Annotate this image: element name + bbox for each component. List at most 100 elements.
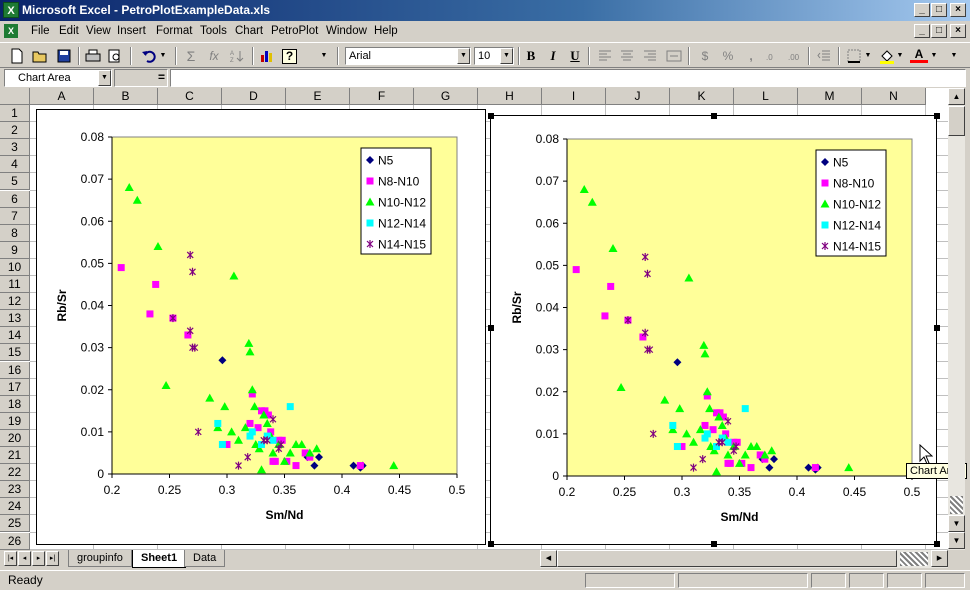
first-sheet-button[interactable]: |◂ <box>4 551 17 566</box>
resize-handle[interactable] <box>711 113 717 119</box>
menu-tools[interactable]: Tools <box>200 25 227 37</box>
row-header-25[interactable]: 25 <box>0 515 30 533</box>
underline-button[interactable]: U <box>566 47 584 65</box>
percent-button[interactable]: % <box>719 47 737 65</box>
sort-ascending-icon[interactable]: AZ <box>228 47 246 65</box>
column-header-m[interactable]: M <box>798 88 862 105</box>
worksheet-grid[interactable]: ABCDEFGHIJKLMN 1 2 3 4 5 6 7 8 9 10 11 12 13 14 15 16 17… <box>0 88 948 550</box>
toolbar-options-icon[interactable]: ▼ <box>948 47 960 65</box>
doc-minimize-button[interactable]: _ <box>914 24 930 38</box>
column-header-e[interactable]: E <box>286 88 350 105</box>
minimize-button[interactable]: _ <box>914 3 930 17</box>
menu-format[interactable]: Format <box>156 25 192 37</box>
menu-edit[interactable]: Edit <box>59 25 79 37</box>
menu-file[interactable]: File <box>31 25 50 37</box>
row-header-4[interactable]: 4 <box>0 156 30 174</box>
column-header-k[interactable]: K <box>670 88 734 105</box>
row-header-18[interactable]: 18 <box>0 395 30 413</box>
row-header-23[interactable]: 23 <box>0 481 30 499</box>
row-header-2[interactable]: 2 <box>0 122 30 140</box>
resize-handle[interactable] <box>711 541 717 547</box>
row-header-12[interactable]: 12 <box>0 293 30 311</box>
column-header-c[interactable]: C <box>158 88 222 105</box>
currency-button[interactable]: $ <box>696 47 714 65</box>
font-size-select[interactable]: 10 ▼ <box>474 47 514 65</box>
row-header-19[interactable]: 19 <box>0 412 30 430</box>
column-header-l[interactable]: L <box>734 88 798 105</box>
column-header-h[interactable]: H <box>478 88 542 105</box>
row-header-20[interactable]: 20 <box>0 429 30 447</box>
row-header-10[interactable]: 10 <box>0 258 30 276</box>
sheet-tab-sheet1[interactable]: Sheet1 <box>132 550 187 568</box>
scroll-right-icon[interactable]: ▶ <box>931 550 948 567</box>
row-header-11[interactable]: 11 <box>0 276 30 294</box>
vertical-scrollbar[interactable]: ▲ ▼ ▼ <box>948 88 965 550</box>
print-preview-icon[interactable] <box>106 47 124 65</box>
split-box[interactable] <box>950 496 963 514</box>
row-header-26[interactable]: 26 <box>0 532 30 550</box>
bold-button[interactable]: B <box>522 47 540 65</box>
column-header-j[interactable]: J <box>606 88 670 105</box>
excel-app-icon[interactable]: X <box>3 2 19 18</box>
chevron-down-icon[interactable]: ▼ <box>500 48 513 64</box>
align-right-icon[interactable] <box>641 47 659 65</box>
chart-right-selected[interactable]: 0 0.01 0.02 0.03 0.04 0.05 0.06 0.07 0.08 0.2 0.25… <box>490 115 937 545</box>
horizontal-scroll-thumb[interactable] <box>557 550 897 567</box>
chart-wizard-icon[interactable] <box>258 47 276 65</box>
align-center-icon[interactable] <box>618 47 636 65</box>
resize-handle[interactable] <box>488 541 494 547</box>
resize-handle[interactable] <box>488 325 494 331</box>
scroll-left-icon[interactable]: ◀ <box>540 550 557 567</box>
column-header-f[interactable]: F <box>350 88 414 105</box>
align-left-icon[interactable] <box>596 47 614 65</box>
horizontal-scrollbar[interactable]: ◀ ▶ <box>540 550 948 568</box>
row-header-1[interactable]: 1 <box>0 105 30 123</box>
formula-input[interactable] <box>170 69 966 87</box>
row-header-16[interactable]: 16 <box>0 361 30 379</box>
toolbar-options-icon[interactable]: ▼ <box>318 47 330 65</box>
row-header-14[interactable]: 14 <box>0 327 30 345</box>
fill-color-icon[interactable] <box>878 47 896 65</box>
split-box[interactable] <box>900 552 928 566</box>
undo-icon[interactable] <box>140 47 158 65</box>
row-header-13[interactable]: 13 <box>0 310 30 328</box>
insert-function-icon[interactable]: fx <box>205 47 223 65</box>
open-folder-icon[interactable] <box>31 47 49 65</box>
select-all-corner[interactable] <box>0 88 30 105</box>
sheet-tab-data[interactable]: Data <box>184 550 226 567</box>
menu-insert[interactable]: Insert <box>117 25 146 37</box>
undo-dropdown-icon[interactable]: ▼ <box>158 47 168 65</box>
doc-restore-button[interactable]: □ <box>931 24 947 38</box>
fill-color-dropdown-icon[interactable]: ▼ <box>896 47 904 65</box>
row-header-3[interactable]: 3 <box>0 139 30 157</box>
row-header-7[interactable]: 7 <box>0 207 30 225</box>
scroll-thumb[interactable] <box>948 106 965 136</box>
scroll-down-icon[interactable]: ▼ <box>948 532 965 549</box>
chevron-down-icon[interactable]: ▼ <box>457 48 470 64</box>
column-header-n[interactable]: N <box>862 88 926 105</box>
font-name-select[interactable]: Arial ▼ <box>345 47 471 65</box>
chart-left[interactable]: 0 0.01 0.02 0.03 0.04 0.05 0.06 0.07 0.08 0.2 0.25… <box>36 109 486 545</box>
menu-chart[interactable]: Chart <box>235 25 263 37</box>
print-icon[interactable] <box>84 47 102 65</box>
column-header-i[interactable]: I <box>542 88 606 105</box>
menu-window[interactable]: Window <box>326 25 367 37</box>
save-icon[interactable] <box>55 47 73 65</box>
name-box[interactable]: Chart Area ▼ <box>4 69 112 87</box>
row-header-22[interactable]: 22 <box>0 464 30 482</box>
maximize-button[interactable]: □ <box>931 3 947 17</box>
column-header-a[interactable]: A <box>30 88 94 105</box>
resize-handle[interactable] <box>934 325 940 331</box>
next-sheet-button[interactable]: ▸ <box>32 551 45 566</box>
decrease-decimal-icon[interactable]: .00 <box>787 47 805 65</box>
previous-sheet-button[interactable]: ◂ <box>18 551 31 566</box>
sheet-tab-groupinfo[interactable]: groupinfo <box>68 550 132 567</box>
menu-petroplot[interactable]: PetroPlot <box>271 25 318 37</box>
resize-handle[interactable] <box>488 113 494 119</box>
row-header-24[interactable]: 24 <box>0 498 30 516</box>
new-document-icon[interactable] <box>8 47 26 65</box>
font-color-icon[interactable]: A <box>910 47 928 63</box>
column-header-b[interactable]: B <box>94 88 158 105</box>
scroll-up-icon[interactable]: ▲ <box>948 88 965 105</box>
menu-help[interactable]: Help <box>374 25 398 37</box>
